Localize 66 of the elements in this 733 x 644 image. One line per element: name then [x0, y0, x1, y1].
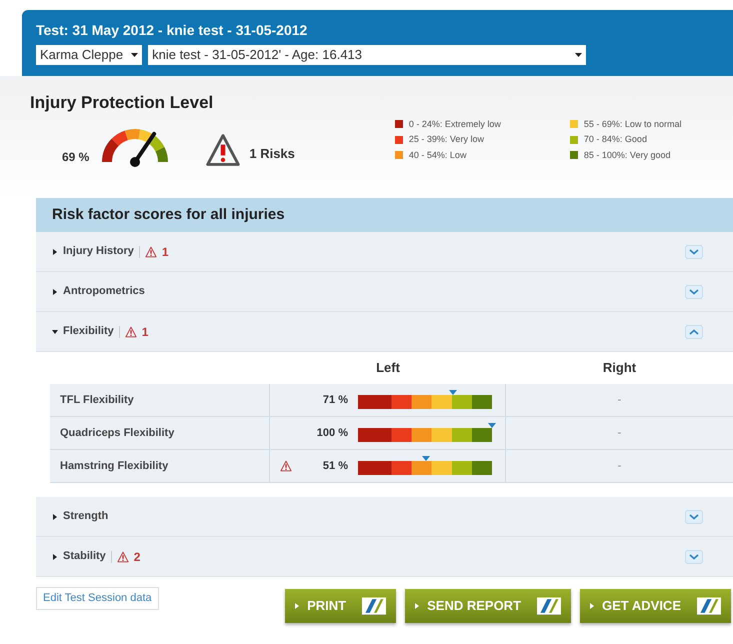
logo-icon: [537, 597, 562, 615]
caret-right-icon: [52, 554, 58, 560]
table-cell: Quadriceps Flexibility: [50, 417, 270, 449]
expand-button[interactable]: [685, 244, 703, 258]
section-label: Strength: [63, 509, 108, 524]
warning-icon: [280, 460, 292, 472]
table-cell: TFL Flexibility: [50, 384, 270, 416]
warning-icon: [205, 132, 242, 168]
legend-label: 40 - 54%: Low: [408, 148, 466, 162]
expand-button[interactable]: [685, 510, 703, 524]
chevron-down-icon: [689, 554, 699, 560]
section-label: Flexibility: [63, 324, 114, 340]
caret-right-icon: [295, 603, 300, 609]
expand-button[interactable]: [685, 550, 703, 564]
score-value: 51 %: [322, 458, 348, 474]
table-cell-text: -: [616, 458, 622, 474]
person-dropdown[interactable]: Karma Cleppe: [36, 45, 142, 65]
legend-label: 25 - 39%: Very low: [408, 133, 484, 146]
logo-icon: [362, 597, 386, 615]
caret-right-icon: [590, 603, 594, 609]
column-header: Right: [602, 359, 638, 378]
section-label: Injury History: [63, 244, 134, 260]
legend-label: 55 - 69%: Low to normal: [584, 118, 682, 130]
legend-label: 0 - 24%: Extremely low: [408, 118, 501, 131]
chevron-down-icon: [689, 288, 699, 294]
warning-icon: [144, 246, 157, 258]
expand-button[interactable]: [685, 284, 703, 298]
chevron-up-icon: [689, 328, 699, 334]
caret-right-icon: [52, 288, 58, 294]
accordion-row[interactable]: Strength: [36, 497, 733, 537]
collapse-button[interactable]: [685, 324, 703, 338]
panel-header: Risk factor scores for all injuries: [36, 198, 733, 232]
accordion-row[interactable]: Flexibility 1: [36, 312, 733, 352]
section-label: Stability: [63, 549, 106, 564]
warning-icon: [124, 326, 137, 338]
chevron-down-icon: [689, 248, 699, 254]
accordion-row[interactable]: Stability 2: [36, 537, 733, 577]
legend-label: 85 - 100%: Very good: [584, 148, 670, 162]
chevron-down-icon: [689, 514, 699, 520]
caret-right-icon: [52, 248, 58, 254]
section-heading: Injury Protection Level: [30, 92, 214, 114]
warning-icon: [116, 550, 129, 562]
accordion-row[interactable]: Injury History 1: [36, 232, 733, 272]
protection-percent: 69 %: [62, 148, 90, 166]
accordion-row[interactable]: Antropometrics: [36, 272, 733, 312]
session-dropdown[interactable]: knie test - 31-05-2012' - Age: 16.413: [148, 45, 586, 65]
risk-number: 2: [134, 548, 140, 566]
section-label: Antropometrics: [63, 284, 145, 300]
page-title: Test: 31 May 2012 - knie test - 31-05-2012: [36, 22, 308, 38]
caret-down-icon: [52, 328, 58, 334]
table-cell-text: -: [616, 426, 622, 441]
risk-count: 1 Risks: [249, 145, 295, 163]
score-value: 100 %: [316, 426, 348, 441]
risk-number: 1: [162, 244, 169, 260]
column-header: Left: [375, 359, 401, 378]
edit-link[interactable]: Edit Test Session data: [36, 587, 159, 610]
table-cell: Hamstring Flexibility: [50, 450, 270, 482]
risk-number: 1: [142, 324, 148, 340]
legend-label: 70 - 84%: Good: [584, 133, 647, 146]
dropdown-arrow-icon: [575, 53, 582, 57]
logo-icon: [697, 597, 721, 615]
dropdown-arrow-icon: [131, 53, 138, 57]
table-cell-text: -: [616, 392, 622, 408]
score-value: 71 %: [322, 392, 348, 408]
caret-right-icon: [415, 603, 420, 609]
caret-right-icon: [52, 514, 58, 520]
